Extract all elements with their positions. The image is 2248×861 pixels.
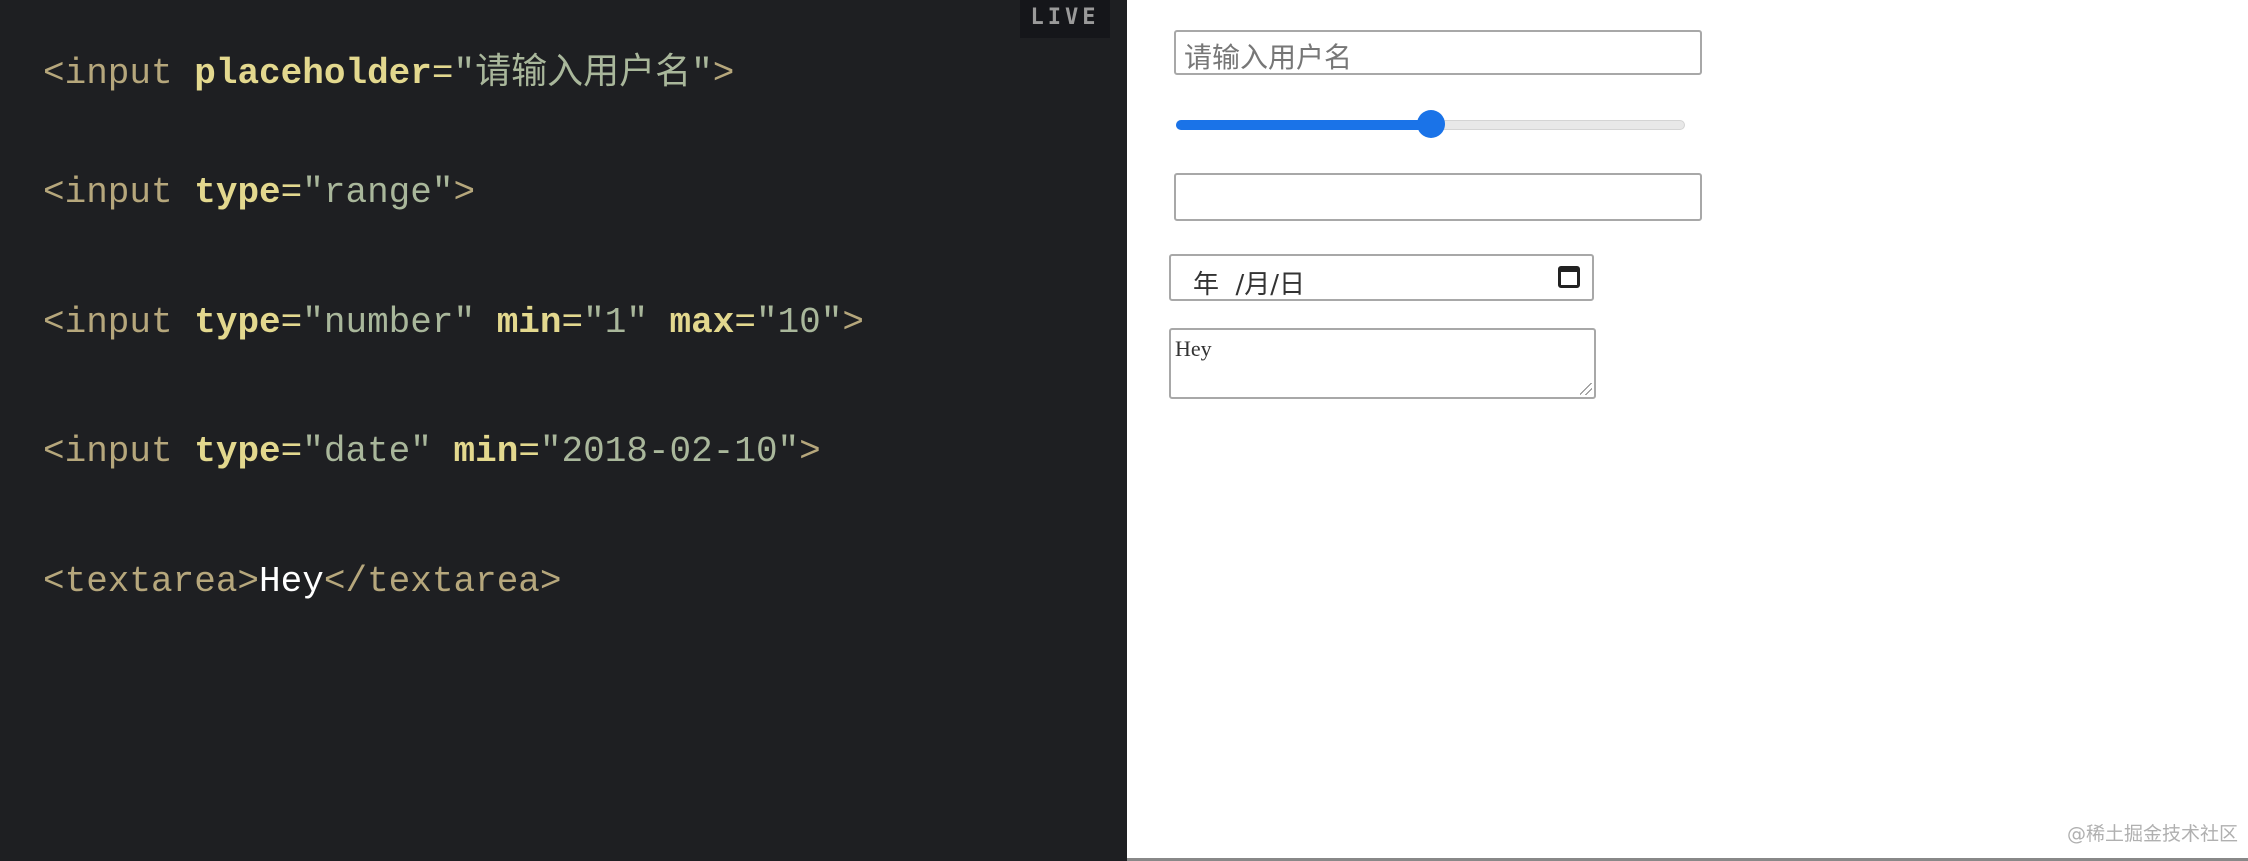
attr-name: min	[496, 302, 562, 343]
equals: =	[431, 53, 454, 94]
date-placeholder: 年 /月/日	[1193, 270, 1306, 300]
tag: <input	[43, 172, 195, 213]
attr-name: type	[194, 172, 281, 213]
live-badge: LIVE	[1020, 0, 1110, 38]
attr-name: min	[453, 431, 519, 472]
resize-grip-icon[interactable]	[1580, 383, 1592, 395]
range-slider[interactable]	[1176, 110, 1685, 138]
calendar-icon[interactable]	[1558, 266, 1580, 288]
placeholder-text: 请输入用户名	[1184, 41, 1353, 74]
tag: >	[799, 431, 821, 472]
watermark: @稀土掘金技术社区	[2066, 823, 2238, 845]
text-content: Hey	[259, 561, 324, 602]
tag: <input	[43, 431, 195, 472]
code-line-text-input: <input placeholder="请输入用户名">	[43, 42, 734, 94]
live-preview-panel: 请输入用户名 年 /月/日 Hey @稀土掘金技术社区	[1127, 0, 2248, 861]
attr-value: "请输入用户名"	[453, 53, 713, 94]
attr-value: "range"	[302, 172, 454, 213]
tag: >	[453, 172, 476, 213]
attr-value: "1"	[583, 302, 670, 343]
equals: =	[561, 302, 584, 343]
textarea[interactable]: Hey	[1169, 328, 1596, 399]
equals: =	[518, 431, 540, 472]
attr-value: "date"	[302, 431, 454, 472]
attr-name: placeholder	[194, 53, 432, 94]
equals: =	[734, 302, 756, 343]
attr-value: "number"	[302, 302, 497, 343]
code-line-textarea: <textarea>Hey</textarea>	[43, 561, 562, 602]
equals: =	[280, 302, 303, 343]
code-editor-panel: LIVE <input placeholder="请输入用户名"> <input…	[0, 0, 1127, 861]
code-line-range: <input type="range">	[43, 172, 475, 213]
tag: >	[712, 53, 735, 94]
tag: <input	[43, 53, 195, 94]
slider-thumb[interactable]	[1416, 110, 1445, 138]
attr-name: type	[194, 302, 281, 343]
username-input[interactable]: 请输入用户名	[1174, 30, 1702, 75]
equals: =	[280, 431, 303, 472]
tag: >	[842, 302, 864, 343]
attr-value: "10"	[755, 302, 843, 343]
number-input[interactable]	[1174, 173, 1702, 221]
code-line-number: <input type="number" min="1" max="10">	[43, 302, 864, 343]
attr-name: max	[669, 302, 735, 343]
attr-name: type	[194, 431, 281, 472]
equals: =	[280, 172, 303, 213]
date-input[interactable]: 年 /月/日	[1169, 254, 1594, 301]
tag: <input	[43, 302, 195, 343]
tag: </textarea>	[323, 561, 562, 602]
attr-value: "2018-02-10"	[539, 431, 800, 472]
tag: <textarea>	[43, 561, 260, 602]
code-line-date: <input type="date" min="2018-02-10">	[43, 431, 821, 472]
slider-fill	[1176, 120, 1431, 130]
textarea-value: Hey	[1175, 336, 1212, 361]
